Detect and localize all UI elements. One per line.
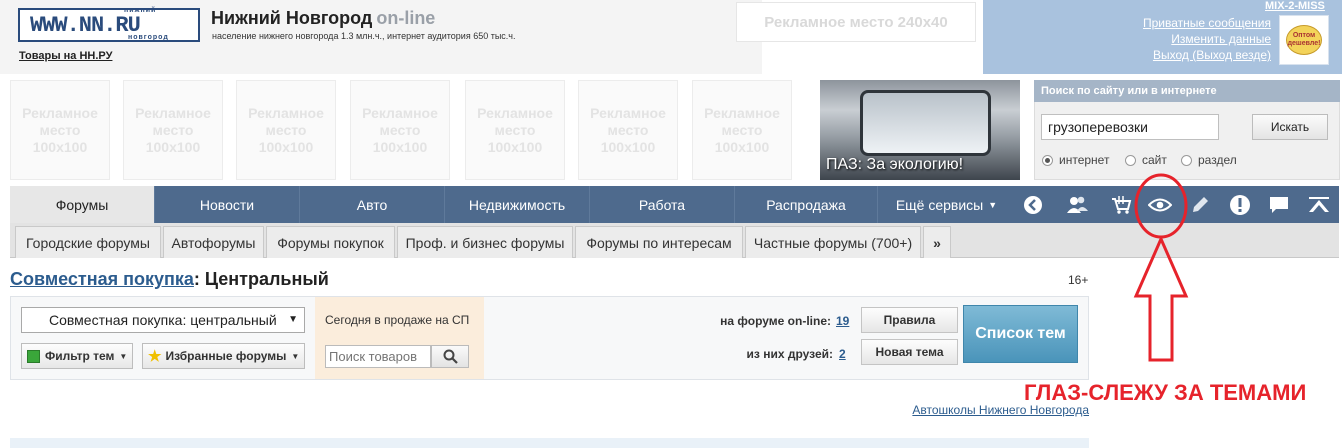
promo-caption: ПАЗ: За экологию! [826,156,964,173]
filter-icon [27,349,40,363]
online-label: на форуме on-line: [720,314,831,328]
site-title-suffix: on-line [376,8,436,28]
filter-label: Фильтр тем [45,349,115,363]
page-title: Совместная покупка: Центральный [10,269,329,290]
ad-square[interactable]: Рекламное место 100x100 [465,80,565,180]
friends-icon[interactable] [1060,186,1093,223]
forum-select-value: Совместная покупка: центральный [49,312,277,328]
subtab-more-icon[interactable]: » [923,226,951,258]
site-logo[interactable]: нижний WWW.NN.RU новгород [18,7,200,42]
tab-sale[interactable]: Распродажа [735,186,878,223]
content-strip [10,438,1089,448]
ad-square[interactable]: Рекламное место 100x100 [10,80,110,180]
radio-dot-selected [1042,154,1053,166]
avatar-badge: Оптом дешевле! [1286,25,1322,55]
logo-text: WWW.NN.RU [30,13,141,38]
tab-jobs[interactable]: Работа [590,186,735,223]
subtab-auto-forums[interactable]: Автофорумы [163,226,264,258]
friends-count-link[interactable]: 2 [839,347,846,361]
sale-title: Сегодня в продаже на СП [325,313,470,327]
radio-dot [1125,154,1136,166]
goods-link[interactable]: Товары на НН.РУ [19,50,112,62]
subtab-interest-forums[interactable]: Форумы по интересам [575,226,743,258]
radio-internet[interactable]: интернет [1042,153,1109,167]
up-icon[interactable] [1302,186,1335,223]
private-messages-link[interactable]: Приватные сообщения [1143,16,1271,30]
search-input[interactable] [1041,114,1219,140]
online-count-link[interactable]: 19 [836,314,849,328]
page-title-rest: : Центральный [193,269,329,289]
ad-square[interactable]: Рекламное место 100x100 [123,80,223,180]
subtab-shopping-forums[interactable]: Форумы покупок [266,226,395,258]
search-icon [443,349,458,364]
ad-square[interactable]: Рекламное место 100x100 [350,80,450,180]
tab-more-label: Ещё сервисы [895,196,984,213]
user-name-link[interactable]: MIX-2-MISS [1265,0,1325,12]
chevron-down-icon: ▼ [988,199,998,210]
annotation-text: ГЛАЗ-СЛЕЖУ ЗА ТЕМАМИ [1024,380,1307,405]
friends-label: из них друзей: [746,347,833,361]
chevron-down-icon: ▼ [291,351,300,361]
logout-link[interactable]: Выход (Выход везде) [1153,48,1271,62]
annotation-arrow [1133,173,1189,362]
radio-label: интернет [1059,153,1110,167]
favorites-label: Избранные форумы [165,349,287,363]
site-subtitle: население нижнего новгорода 1.3 млн.ч., … [212,31,516,41]
search-title: Поиск по сайту или в интернете [1034,80,1340,102]
radio-label: раздел [1198,153,1237,167]
subtab-business-forums[interactable]: Проф. и бизнес форумы [397,226,573,258]
radio-dot [1181,154,1192,166]
chevron-down-icon: ▼ [119,351,128,361]
logo-small-bottom: новгород [128,34,169,41]
site-title-text: Нижний Новгород [211,8,373,28]
ad-square[interactable]: Рекламное место 100x100 [692,80,792,180]
back-arrow-icon[interactable] [1016,186,1049,223]
favorite-forums-button[interactable]: ★ Избранные форумы ▼ [142,343,305,369]
tab-auto[interactable]: Авто [300,186,445,223]
tab-news[interactable]: Новости [155,186,300,223]
radio-site[interactable]: сайт [1125,153,1167,167]
warning-icon[interactable] [1223,186,1256,223]
avatar[interactable]: Оптом дешевле! [1279,15,1329,65]
promo-banner[interactable]: ПАЗ: За экологию! [820,80,1020,180]
new-topic-button[interactable]: Новая тема [861,339,958,365]
star-icon: ★ [148,348,162,365]
radio-label: сайт [1142,153,1167,167]
ad-square[interactable]: Рекламное место 100x100 [236,80,336,180]
radio-section[interactable]: раздел [1181,153,1237,167]
topics-list-button[interactable]: Список тем [963,305,1078,363]
subtab-private-forums[interactable]: Частные форумы (700+) [745,226,921,258]
forum-select[interactable]: Совместная покупка: центральный ▼ [21,307,305,333]
chevron-down-icon: ▼ [288,314,298,325]
goods-search-button[interactable] [431,345,469,368]
search-button[interactable]: Искать [1252,114,1328,140]
message-icon[interactable] [1262,186,1295,223]
ad-square[interactable]: Рекламное место 100x100 [578,80,678,180]
site-title: Нижний Новгород on-line [211,8,435,29]
breadcrumb-link[interactable]: Совместная покупка [10,269,194,289]
ad-banner-240x40[interactable]: Рекламное место 240x40 [736,2,976,42]
subtab-city-forums[interactable]: Городские форумы [15,226,161,258]
filter-topics-button[interactable]: Фильтр тем ▼ [21,343,133,369]
tab-more-services[interactable]: Ещё сервисы ▼ [878,186,1015,223]
goods-search-input[interactable] [325,345,431,368]
age-rating: 16+ [1068,273,1089,287]
edit-profile-link[interactable]: Изменить данные [1171,32,1271,46]
rules-button[interactable]: Правила [861,307,958,333]
tab-forums[interactable]: Форумы [10,186,155,223]
tab-realty[interactable]: Недвижимость [445,186,590,223]
